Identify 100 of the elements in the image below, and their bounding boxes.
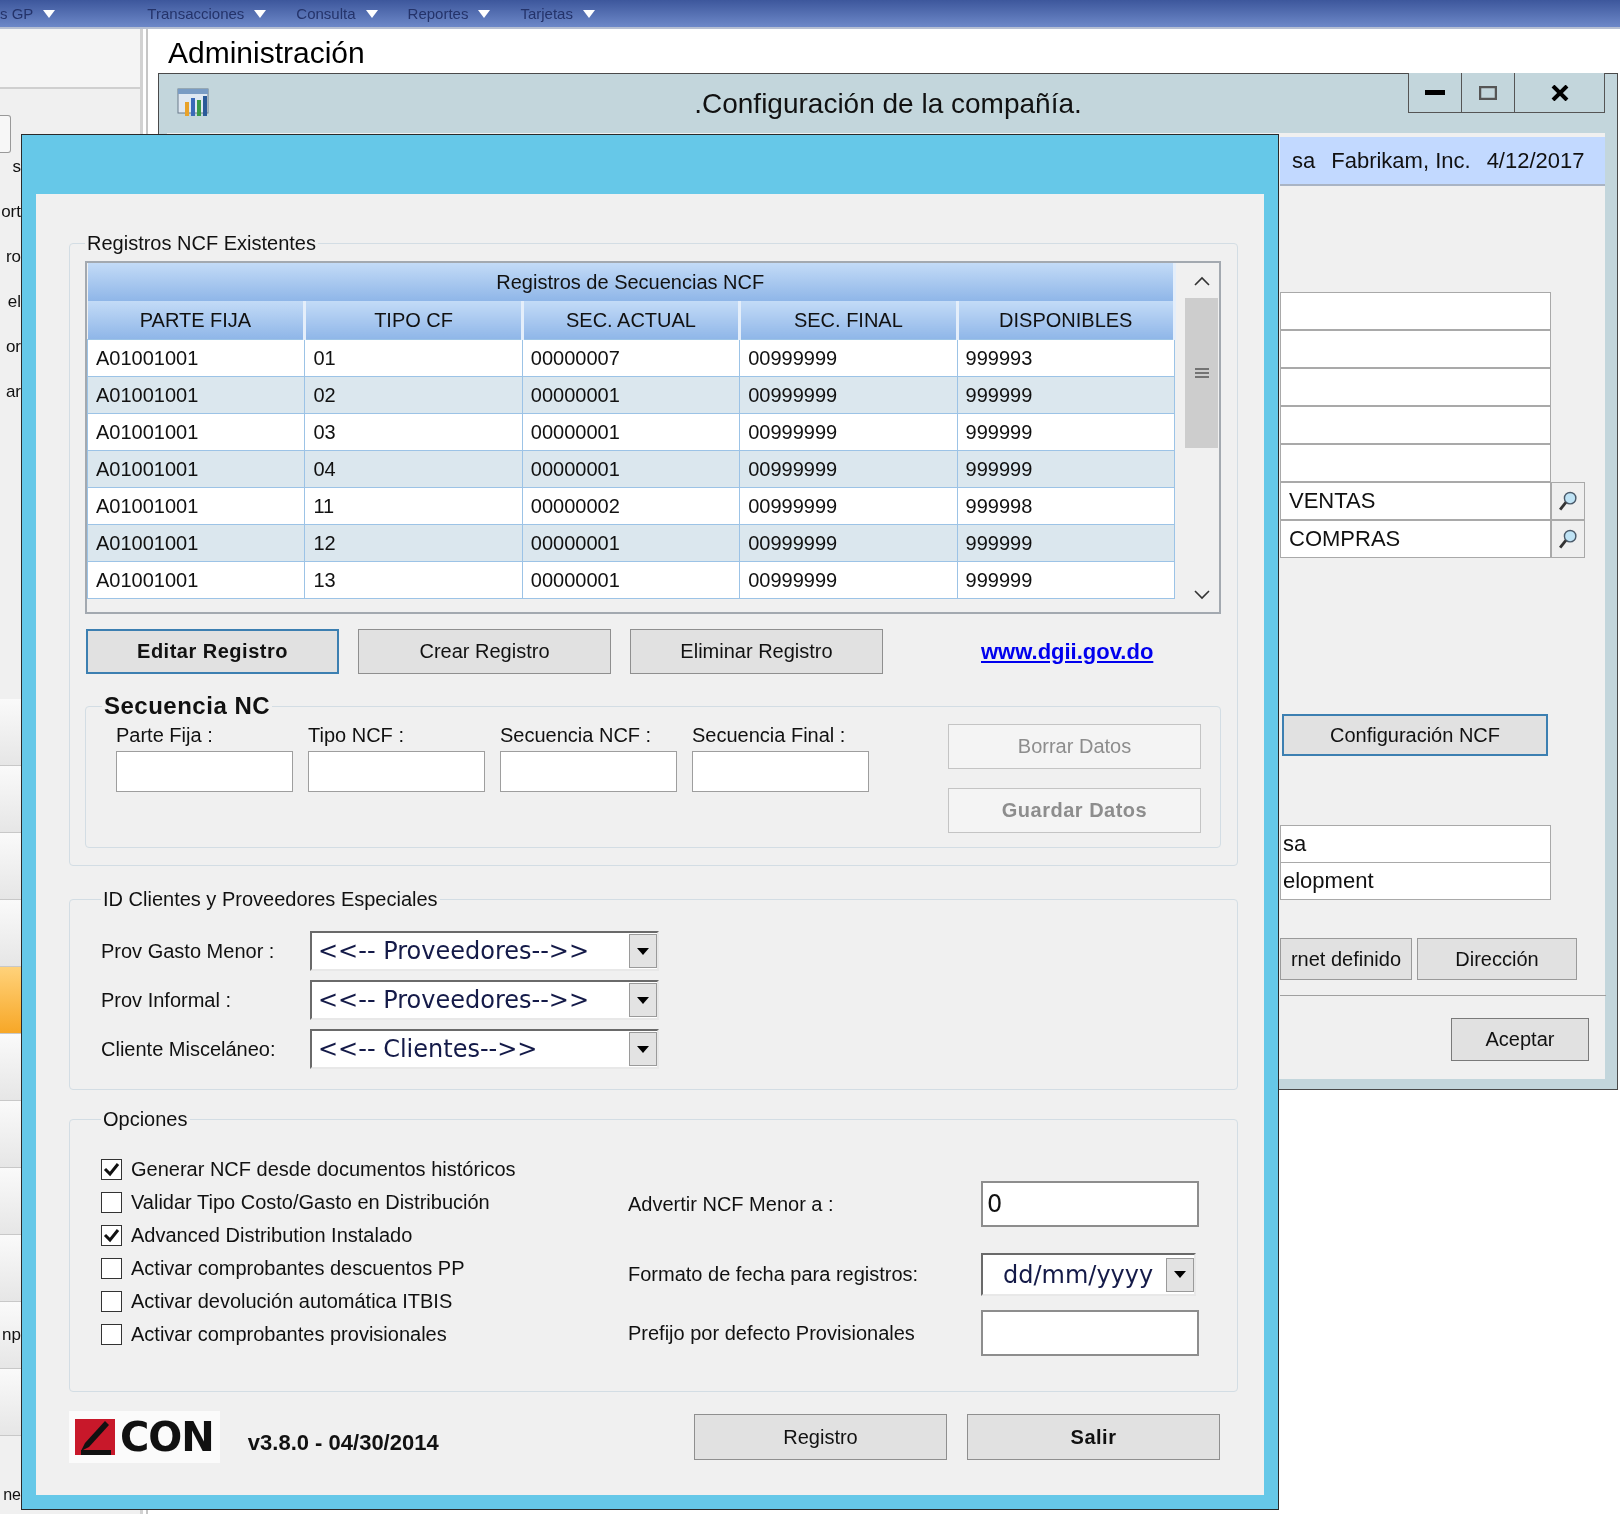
- checkbox[interactable]: [101, 1291, 122, 1312]
- minimize-button[interactable]: [1408, 73, 1462, 113]
- table-cell: 999999: [957, 450, 1175, 488]
- table-cell: A01001001: [87, 376, 305, 414]
- table-cell: 00000007: [522, 339, 740, 377]
- field-label: Parte Fija :: [116, 724, 214, 747]
- sidebar-item[interactable]: el: [7, 292, 21, 312]
- button[interactable]: Eliminar Registro: [630, 629, 883, 674]
- scrollbar-thumb[interactable]: [1185, 298, 1218, 448]
- address-button[interactable]: Dirección: [1417, 938, 1577, 980]
- caret-icon[interactable]: [637, 1045, 649, 1053]
- window-icon: [177, 86, 211, 118]
- checkbox[interactable]: [101, 1225, 122, 1246]
- sidebar-item[interactable]: s: [12, 157, 21, 177]
- check-icon: [103, 1228, 120, 1243]
- table-cell: 999998: [957, 487, 1175, 525]
- logo-text: CON: [120, 1414, 214, 1460]
- input-field[interactable]: [308, 751, 485, 792]
- input-field[interactable]: [981, 1310, 1199, 1356]
- sidebar-item[interactable]: or: [5, 337, 21, 357]
- input-field[interactable]: [1280, 368, 1551, 406]
- caret-icon[interactable]: [637, 996, 649, 1004]
- dropdown[interactable]: dd/mm/yyyy: [981, 1253, 1196, 1296]
- table-cell: 00999999: [739, 413, 958, 451]
- dropdown[interactable]: <<-- Proveedores-->>: [310, 980, 659, 1020]
- table-cell: 13: [304, 561, 523, 599]
- field-label: Secuencia NCF :: [500, 724, 653, 747]
- column-header[interactable]: PARTE FIJA: [87, 301, 305, 340]
- caret-icon[interactable]: [637, 947, 649, 955]
- input-field[interactable]: [692, 751, 869, 792]
- scroll-up-icon[interactable]: [1193, 275, 1210, 286]
- column-header[interactable]: DISPONIBLES: [957, 301, 1175, 340]
- field-label: Prefijo por defecto Provisionales: [628, 1321, 916, 1345]
- company-name: Fabrikam, Inc.: [1331, 147, 1471, 174]
- table-cell: 00999999: [739, 376, 958, 414]
- table-cell: A01001001: [87, 413, 305, 451]
- table-cell: 00000001: [522, 561, 740, 599]
- table-cell: 999993: [957, 339, 1175, 377]
- checkbox[interactable]: [101, 1192, 122, 1213]
- version-text: v3.8.0 - 04/30/2014: [247, 1430, 439, 1456]
- table-cell: A01001001: [87, 561, 305, 599]
- lookup-button[interactable]: [1551, 520, 1585, 558]
- table-cell: A01001001: [87, 487, 305, 525]
- table-cell: 02: [304, 376, 523, 414]
- table-cell: A01001001: [87, 524, 305, 562]
- lookup-button[interactable]: [1551, 482, 1585, 520]
- checkbox-label: Activar comprobantes descuentos PP: [131, 1257, 465, 1280]
- input-field[interactable]: [116, 751, 293, 792]
- input-field[interactable]: [1280, 292, 1551, 330]
- caret-icon[interactable]: [1174, 1271, 1186, 1278]
- table-cell: A01001001: [87, 450, 305, 488]
- input-field[interactable]: [500, 751, 677, 792]
- check-icon: [103, 1162, 120, 1177]
- website-link[interactable]: www.dgii.gov.do: [981, 638, 1154, 665]
- maximize-icon: [1479, 85, 1497, 100]
- button[interactable]: Salir: [967, 1414, 1220, 1460]
- input-field[interactable]: [1280, 406, 1551, 444]
- sidebar-item[interactable]: ar: [5, 382, 21, 402]
- dropdown[interactable]: <<-- Clientes-->>: [310, 1029, 659, 1069]
- checkbox[interactable]: [101, 1159, 122, 1180]
- field-label: Prov Informal :: [101, 988, 233, 1012]
- button[interactable]: Registro: [694, 1414, 947, 1460]
- input-field[interactable]: [1280, 330, 1551, 368]
- group-title: Opciones: [102, 1108, 189, 1131]
- table-cell: 999999: [957, 524, 1175, 562]
- grid-title: Registros de Secuencias NCF: [87, 263, 1175, 301]
- checkbox[interactable]: [101, 1258, 122, 1279]
- maximize-button[interactable]: [1462, 73, 1515, 113]
- checkbox-label: Advanced Distribution Instalado: [131, 1224, 413, 1247]
- field-label: Tipo NCF :: [308, 724, 405, 747]
- session-date: 4/12/2017: [1486, 147, 1585, 174]
- button[interactable]: Editar Registro: [86, 629, 339, 674]
- input-field[interactable]: COMPRAS: [1280, 520, 1551, 558]
- input-field[interactable]: [1280, 444, 1551, 482]
- table-cell: 04: [304, 450, 523, 488]
- input-field[interactable]: sa: [1280, 825, 1551, 863]
- window-title: .Configuración de la compañía.: [694, 87, 1082, 120]
- table-cell: 00000001: [522, 413, 740, 451]
- grip-icon: [1194, 367, 1209, 379]
- ncf-config-button[interactable]: Configuración NCF: [1282, 714, 1548, 756]
- nav-row[interactable]: np: [0, 1302, 21, 1369]
- checkbox[interactable]: [101, 1324, 122, 1345]
- column-header[interactable]: SEC. ACTUAL: [522, 301, 740, 340]
- column-header[interactable]: SEC. FINAL: [739, 301, 958, 340]
- input-field[interactable]: VENTAS: [1280, 482, 1551, 520]
- input-field[interactable]: elopment: [1280, 862, 1551, 900]
- accept-button[interactable]: Aceptar: [1451, 1018, 1589, 1061]
- input-field[interactable]: 0: [981, 1181, 1199, 1227]
- table-cell: 00999999: [739, 487, 958, 525]
- sidebar-item[interactable]: ort: [1, 202, 21, 222]
- field-label: Advertir NCF Menor a :: [628, 1192, 835, 1216]
- dropdown[interactable]: <<-- Proveedores-->>: [310, 931, 659, 971]
- scroll-down-icon[interactable]: [1193, 589, 1210, 600]
- button[interactable]: Crear Registro: [358, 629, 611, 674]
- column-header[interactable]: TIPO CF: [304, 301, 523, 340]
- action-button[interactable]: rnet definido: [1280, 938, 1412, 980]
- table-cell: 00999999: [739, 524, 958, 562]
- table-cell: 00000001: [522, 450, 740, 488]
- close-button[interactable]: [1515, 73, 1605, 113]
- sidebar-item[interactable]: ro: [5, 247, 21, 267]
